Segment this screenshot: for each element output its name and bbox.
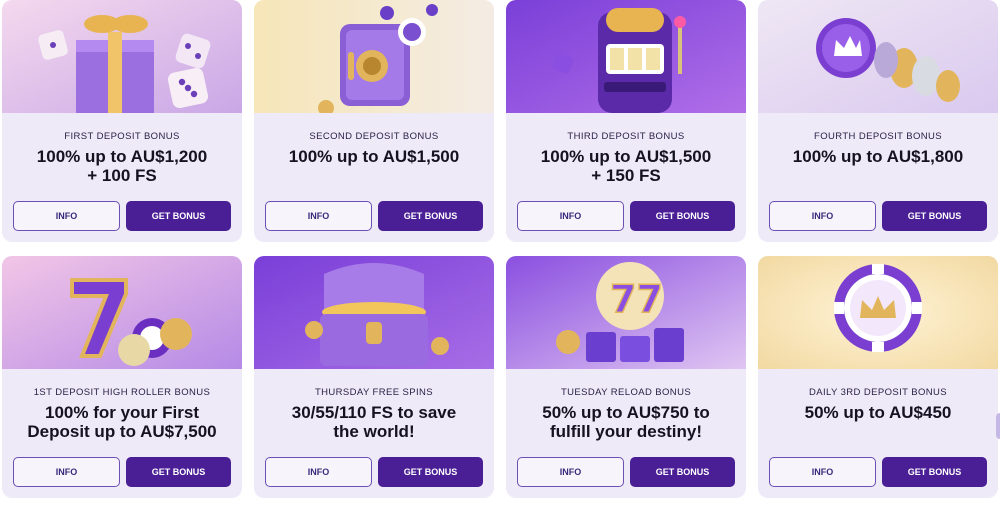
promo-card-third-deposit: THIRD DEPOSIT BONUS 100% up to AU$1,500 … xyxy=(506,0,746,242)
promo-subtitle: FIRST DEPOSIT BONUS xyxy=(64,131,180,142)
get-bonus-button[interactable]: GET BONUS xyxy=(630,201,735,231)
lucky-seven-illustration xyxy=(2,256,242,369)
get-bonus-button[interactable]: GET BONUS xyxy=(378,201,483,231)
get-bonus-button[interactable]: GET BONUS xyxy=(882,457,987,487)
promo-title: 100% for your First Deposit up to AU$7,5… xyxy=(27,403,217,441)
promo-subtitle: THURSDAY FREE SPINS xyxy=(314,387,434,398)
info-button[interactable]: INFO xyxy=(13,457,120,487)
get-bonus-button[interactable]: GET BONUS xyxy=(126,201,231,231)
info-button[interactable]: INFO xyxy=(265,457,372,487)
promo-title: 30/55/110 FS to save the world! xyxy=(291,403,457,441)
triple-seven-illustration: 77 xyxy=(506,256,746,369)
promo-card-thursday-free-spins: THURSDAY FREE SPINS 30/55/110 FS to save… xyxy=(254,256,494,498)
promo-subtitle: FOURTH DEPOSIT BONUS xyxy=(814,131,942,142)
info-button[interactable]: INFO xyxy=(13,201,120,231)
safe-illustration xyxy=(254,0,494,113)
promo-subtitle: 1ST DEPOSIT HIGH ROLLER BONUS xyxy=(33,387,211,398)
svg-text:77: 77 xyxy=(610,277,663,321)
promo-card-daily-third-deposit: DAILY 3RD DEPOSIT BONUS 50% up to AU$450… xyxy=(758,256,998,498)
promo-subtitle: TUESDAY RELOAD BONUS xyxy=(560,387,692,398)
promo-subtitle: SECOND DEPOSIT BONUS xyxy=(309,131,439,142)
promo-title: 50% up to AU$750 to fulfill your destiny… xyxy=(542,403,710,441)
info-button[interactable]: INFO xyxy=(769,201,876,231)
get-bonus-button[interactable]: GET BONUS xyxy=(882,201,987,231)
crown-coin-illustration xyxy=(758,0,998,113)
gift-box-illustration xyxy=(2,0,242,113)
get-bonus-button[interactable]: GET BONUS xyxy=(378,457,483,487)
promo-title: 100% up to AU$1,200 + 100 FS xyxy=(36,147,208,185)
scroll-handle[interactable] xyxy=(996,413,1000,439)
info-button[interactable]: INFO xyxy=(517,201,624,231)
promo-card-second-deposit: SECOND DEPOSIT BONUS 100% up to AU$1,500… xyxy=(254,0,494,242)
get-bonus-button[interactable]: GET BONUS xyxy=(630,457,735,487)
promo-title: 100% up to AU$1,500 + 150 FS xyxy=(540,147,712,185)
crown-chip-illustration xyxy=(758,256,998,369)
get-bonus-button[interactable]: GET BONUS xyxy=(126,457,231,487)
treasure-chest-illustration xyxy=(254,256,494,369)
info-button[interactable]: INFO xyxy=(769,457,876,487)
slot-machine-illustration xyxy=(506,0,746,113)
info-button[interactable]: INFO xyxy=(265,201,372,231)
promo-title: 100% up to AU$1,800 xyxy=(792,147,964,166)
promo-card-high-roller: 1ST DEPOSIT HIGH ROLLER BONUS 100% for y… xyxy=(2,256,242,498)
promo-card-first-deposit: FIRST DEPOSIT BONUS 100% up to AU$1,200 … xyxy=(2,0,242,242)
promo-subtitle: DAILY 3RD DEPOSIT BONUS xyxy=(808,387,948,398)
promo-card-tuesday-reload: 77 TUESDAY RELOAD BONUS 50% up to AU$750… xyxy=(506,256,746,498)
promo-title: 50% up to AU$450 xyxy=(804,403,952,422)
promo-subtitle: THIRD DEPOSIT BONUS xyxy=(567,131,685,142)
info-button[interactable]: INFO xyxy=(517,457,624,487)
promo-card-fourth-deposit: FOURTH DEPOSIT BONUS 100% up to AU$1,800… xyxy=(758,0,998,242)
promo-title: 100% up to AU$1,500 xyxy=(288,147,460,166)
